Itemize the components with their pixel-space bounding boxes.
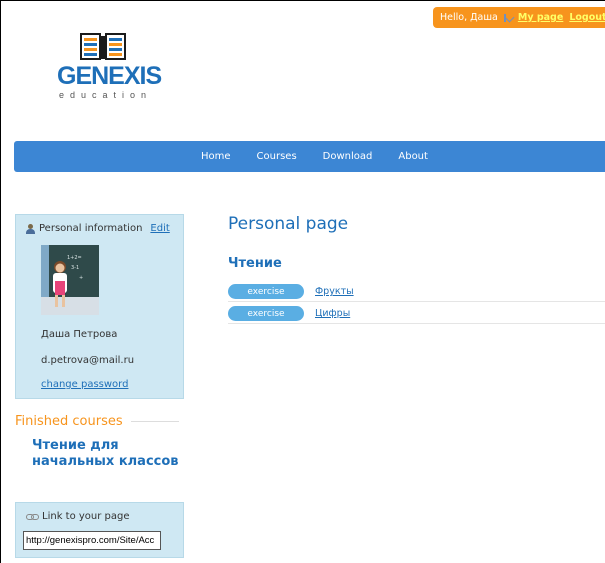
page-link-header: Link to your page xyxy=(26,511,130,522)
nav-download[interactable]: Download xyxy=(323,151,373,162)
course-section-title: Чтение xyxy=(228,256,282,271)
nav-home[interactable]: Home xyxy=(201,151,231,162)
page-link-heading: Link to your page xyxy=(42,511,130,522)
svg-text:3-1: 3-1 xyxy=(71,265,79,271)
exercise-link[interactable]: Фрукты xyxy=(315,286,354,297)
svg-text:1+2=: 1+2= xyxy=(67,255,82,261)
user-icon xyxy=(26,223,35,234)
change-password-link[interactable]: change password xyxy=(41,379,128,390)
logo-tagline: education xyxy=(59,90,153,100)
user-name: Даша Петрова xyxy=(41,329,118,340)
personal-info-header: Personal information Edit xyxy=(26,223,170,234)
exercise-link[interactable]: Цифры xyxy=(315,308,350,319)
user-bar: Hello, Даша My page Logout xyxy=(433,7,605,28)
user-email: d.petrova@mail.ru xyxy=(41,355,135,366)
finished-courses-header: Finished courses xyxy=(15,414,179,429)
frame-top-border xyxy=(0,0,605,1)
exercise-badge[interactable]: exercise xyxy=(228,284,304,299)
svg-text:+: + xyxy=(79,275,83,281)
page-link-panel: Link to your page xyxy=(15,502,184,558)
nav-courses[interactable]: Courses xyxy=(257,151,297,162)
list-item: exercise Цифры xyxy=(228,304,605,324)
finished-course-link[interactable]: Чтение для начальных классов xyxy=(32,438,182,470)
frame-left-border xyxy=(0,0,1,563)
divider xyxy=(130,421,179,422)
my-page-link[interactable]: My page xyxy=(518,12,563,23)
logo-wordmark[interactable]: GENEXIS xyxy=(57,62,162,91)
personal-info-heading: Personal information xyxy=(39,223,143,234)
logout-link[interactable]: Logout xyxy=(569,12,605,23)
main-nav: Home Courses Download About xyxy=(14,141,605,172)
exercise-list: exercise Фрукты exercise Цифры xyxy=(228,282,605,326)
list-item: exercise Фрукты xyxy=(228,282,605,302)
book-logo-icon xyxy=(80,33,126,60)
link-icon xyxy=(26,514,39,520)
edit-link[interactable]: Edit xyxy=(150,223,169,234)
greeting-text: Hello, Даша xyxy=(440,12,498,23)
exercise-badge[interactable]: exercise xyxy=(228,306,304,321)
mail-icon[interactable] xyxy=(503,13,506,22)
avatar: 1+2= 3-1 + xyxy=(41,245,99,315)
finished-courses-heading: Finished courses xyxy=(15,414,123,429)
personal-info-panel: Personal information Edit 1+2= 3-1 + Даш… xyxy=(15,214,184,399)
page-link-input[interactable] xyxy=(23,531,161,550)
page-title: Personal page xyxy=(228,214,349,234)
nav-about[interactable]: About xyxy=(398,151,428,162)
